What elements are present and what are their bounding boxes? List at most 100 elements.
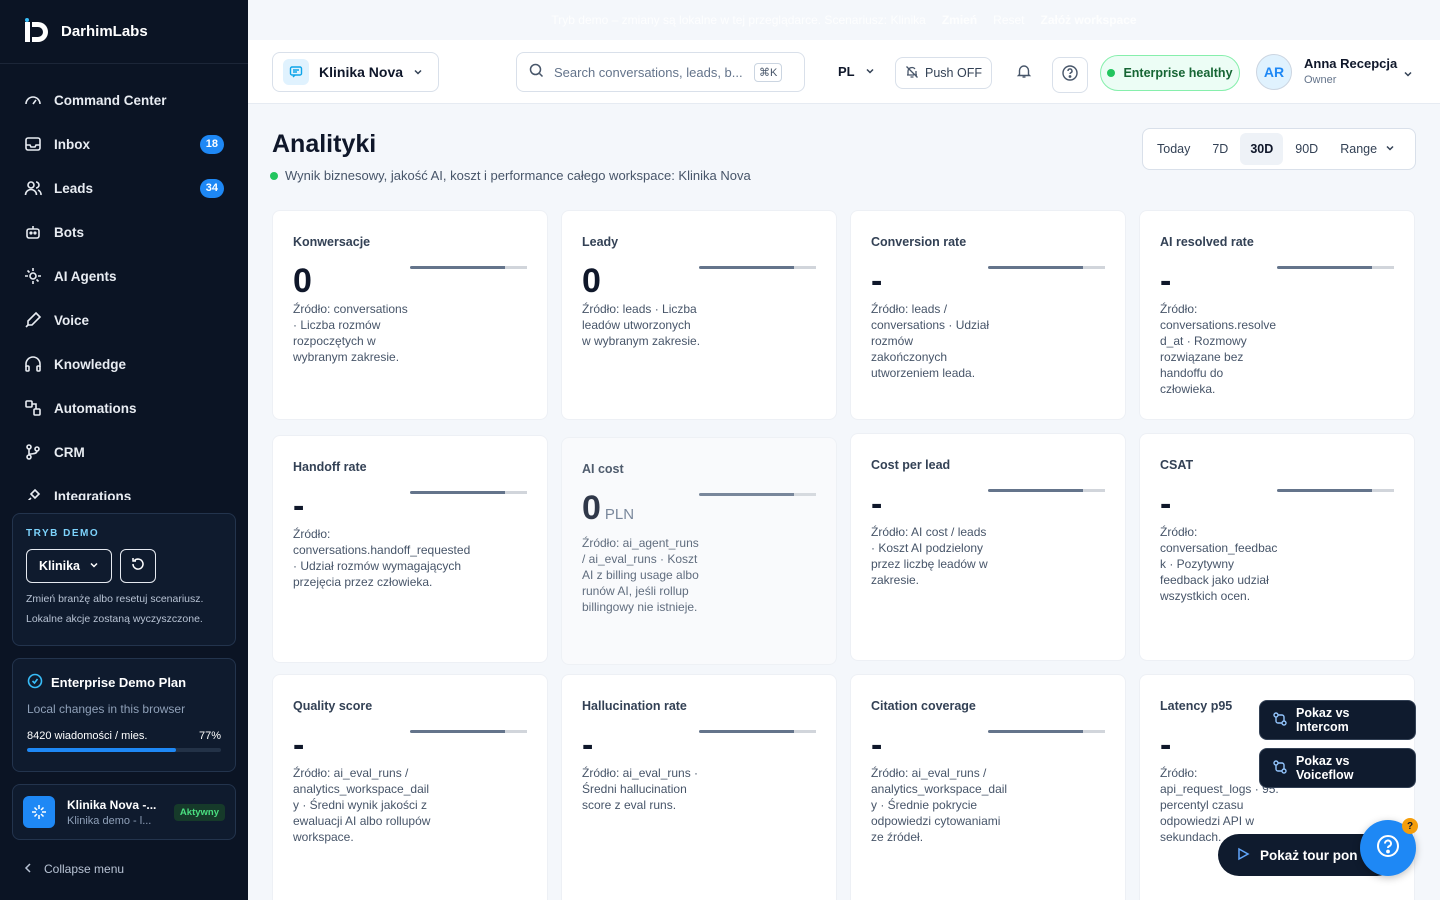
workspace-select-value: Klinika Nova (319, 64, 404, 80)
status-dot-icon (270, 171, 278, 180)
metric-card-cost-per-lead[interactable]: Cost per lead - Źródło: AI cost / leads … (850, 433, 1126, 661)
avatar[interactable]: AR (1256, 54, 1292, 90)
health-label: Enterprise healthy (1123, 66, 1233, 80)
chevron-down-icon (413, 64, 423, 80)
demo-mode-title: TRYB DEMO (26, 528, 100, 539)
user-menu[interactable]: Anna Recepcja Owner (1304, 56, 1397, 86)
metric-title: Handoff rate (293, 460, 367, 474)
health-status-badge[interactable]: Enterprise healthy (1100, 55, 1240, 91)
brand[interactable]: DarhimLabs (0, 0, 248, 64)
metric-card-leads[interactable]: Leady 0 Źródło: leads · Liczba leadów ut… (561, 210, 837, 420)
metric-card-hallucination-rate[interactable]: Hallucination rate - Źródło: ai_eval_run… (561, 674, 837, 900)
metric-card-ai-resolved-rate[interactable]: AI resolved rate - Źródło: conversations… (1139, 210, 1415, 420)
compare-voiceflow-button[interactable]: Pokaz vs Voiceflow (1259, 748, 1416, 788)
leads-count-badge: 34 (199, 178, 224, 198)
workspace-switcher[interactable]: Klinika Nova -... Klinika demo - l... Ak… (12, 784, 236, 840)
metric-card-handoff-rate[interactable]: Handoff rate - Źródło: conversations.han… (272, 435, 548, 663)
metric-description: Źródło: ai_eval_runs · Średni hallucinat… (582, 766, 699, 812)
users-icon (24, 179, 42, 197)
reset-scenario-button[interactable] (120, 549, 156, 583)
sidebar-item-automations[interactable]: Automations (0, 386, 248, 430)
range-custom[interactable]: Range (1330, 133, 1405, 165)
compare-intercom-label: Pokaz vs Intercom (1296, 706, 1350, 734)
range-today[interactable]: Today (1147, 133, 1200, 165)
chevron-down-icon (865, 64, 875, 79)
metric-title: Hallucination rate (582, 699, 687, 713)
compare-icon (1272, 759, 1288, 778)
page-title: Analityki (272, 130, 377, 158)
sidebar-item-inbox[interactable]: Inbox 18 (0, 122, 248, 166)
chevron-down-icon[interactable] (1403, 66, 1413, 84)
metric-card-quality-score[interactable]: Quality score - Źródło: ai_eval_runs / a… (272, 674, 548, 900)
sidebar-item-knowledge[interactable]: Knowledge (0, 342, 248, 386)
banner-reset-button[interactable]: Reset (993, 13, 1024, 27)
compare-intercom-button[interactable]: Pokaz vs Intercom (1259, 700, 1416, 740)
demo-mode-description: Zmień branżę albo resetuj scenariusz. Lo… (26, 593, 204, 625)
metric-title: Conversion rate (871, 235, 967, 249)
metric-sparkline (1277, 266, 1394, 269)
metric-title: Quality score (293, 699, 373, 713)
banner-create-workspace-button[interactable]: Załóż workspace (1041, 13, 1137, 27)
language-value: PL (838, 64, 855, 79)
sidebar-item-bots[interactable]: Bots (0, 210, 248, 254)
question-icon (1061, 64, 1079, 87)
metric-card-conversion-rate[interactable]: Conversion rate - Źródło: leads / conver… (850, 210, 1126, 420)
industry-select-value: Klinika (39, 559, 80, 573)
search-input[interactable] (554, 64, 744, 80)
metric-sparkline (988, 266, 1105, 269)
bell-icon (1016, 63, 1032, 84)
sidebar-item-label: Command Center (54, 92, 167, 108)
sidebar-item-leads[interactable]: Leads 34 (0, 166, 248, 210)
plan-check-icon (27, 673, 43, 692)
sidebar-item-voice[interactable]: Voice (0, 298, 248, 342)
range-90d[interactable]: 90D (1285, 133, 1328, 165)
collapse-menu-label: Collapse menu (44, 862, 125, 876)
range-30d[interactable]: 30D (1240, 133, 1284, 165)
language-select[interactable]: PL (838, 64, 875, 79)
metric-card-conversations[interactable]: Konwersacje 0 Źródło: conversations · Li… (272, 210, 548, 420)
metric-card-csat[interactable]: CSAT - Źródło: conversation_feedback · P… (1139, 433, 1415, 661)
metric-description: Źródło: conversations.resolved_at · Rozm… (1160, 302, 1277, 396)
agents-icon (24, 267, 42, 285)
brand-name: DarhimLabs (61, 23, 148, 40)
metric-sparkline (410, 491, 527, 494)
metric-sparkline (699, 493, 816, 496)
date-range-selector: Today 7D 30D 90D Range (1142, 128, 1416, 170)
banner-change-button[interactable]: Zmień (942, 13, 977, 27)
page-subtitle-text: Wynik biznesowy, jakość AI, koszt i perf… (285, 168, 751, 183)
range-7d[interactable]: 7D (1202, 133, 1238, 165)
chat-icon (283, 59, 309, 85)
metric-description: Źródło: ai_eval_runs / analytics_workspa… (293, 766, 431, 844)
sidebar-item-command-center[interactable]: Command Center (0, 78, 248, 122)
workspace-select[interactable]: Klinika Nova (272, 52, 439, 92)
metric-sparkline (699, 730, 816, 733)
notifications-button[interactable] (1008, 57, 1040, 89)
help-button[interactable] (1052, 57, 1088, 93)
metric-card-ai-cost[interactable]: AI cost 0 PLN Źródło: ai_agent_runs / ai_… (561, 437, 837, 665)
demo-banner-text: Tryb demo – zmiany są lokalne w tej prze… (551, 13, 926, 27)
sidebar-item-ai-agents[interactable]: AI Agents (0, 254, 248, 298)
sidebar-item-label: CRM (54, 444, 85, 460)
metric-description: Źródło: ai_agent_runs / ai_eval_runs · K… (582, 536, 699, 614)
sidebar-item-label: Leads (54, 180, 94, 196)
range-custom-label: Range (1340, 142, 1378, 156)
collapse-menu-button[interactable]: Collapse menu (24, 862, 124, 876)
refresh-icon (130, 556, 146, 577)
metric-card-citation-coverage[interactable]: Citation coverage - Źródło: ai_eval_runs… (850, 674, 1126, 900)
logo-icon (22, 17, 52, 47)
plan-title: Enterprise Demo Plan (51, 675, 187, 690)
metric-title: Konwersacje (293, 235, 371, 249)
sidebar-item-label: Inbox (54, 136, 90, 152)
demo-mode-panel: TRYB DEMO Klinika Zmień branżę albo rese… (12, 513, 236, 646)
bell-off-icon (905, 65, 919, 82)
sidebar-item-integrations[interactable]: Integrations (0, 474, 248, 500)
top-header: Klinika Nova ⌘K PL Push OFF Enterprise h… (248, 40, 1440, 104)
push-toggle-button[interactable]: Push OFF (895, 57, 992, 89)
demo-banner: Tryb demo – zmiany są lokalne w tej prze… (248, 0, 1440, 40)
chevron-down-icon (1385, 142, 1395, 156)
metric-sparkline (988, 489, 1105, 492)
metric-value: 0 (582, 489, 601, 527)
plan-usage-label: 8420 wiadomości / mies. (27, 730, 148, 742)
sidebar-item-crm[interactable]: CRM (0, 430, 248, 474)
industry-select[interactable]: Klinika (26, 549, 112, 583)
